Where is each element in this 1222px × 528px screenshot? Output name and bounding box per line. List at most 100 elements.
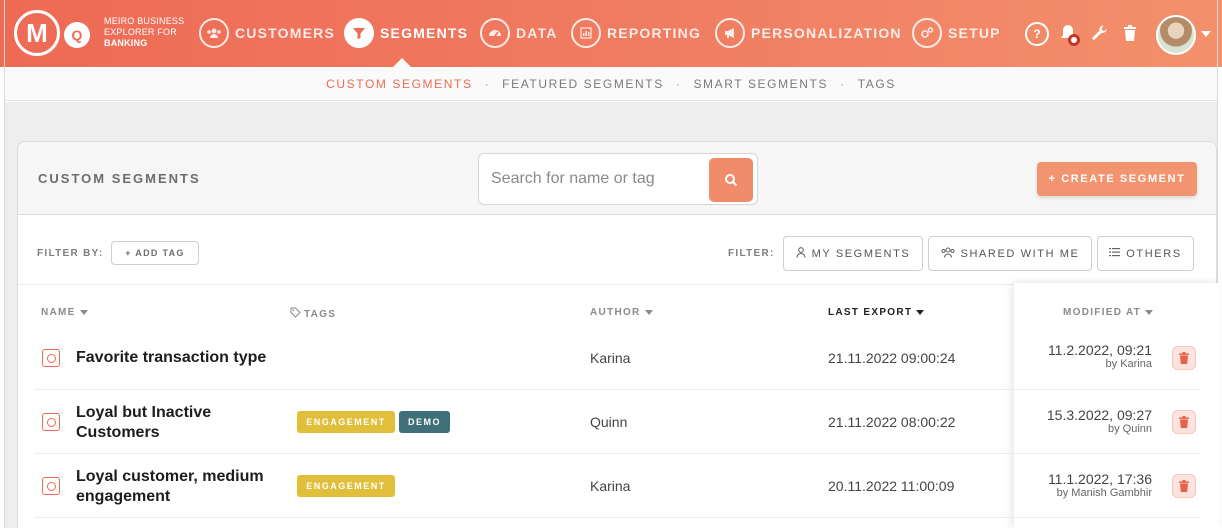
nav-setup-label: SETUP bbox=[948, 25, 1001, 41]
nav-reporting-label: REPORTING bbox=[607, 25, 702, 41]
gauge-icon bbox=[480, 18, 510, 48]
modified-by: by Karina bbox=[1105, 358, 1152, 370]
segments-list: FILTER BY: + ADD TAG FILTER: MY SEGMENTS… bbox=[17, 215, 1219, 528]
window-border-left bbox=[4, 0, 5, 528]
search-icon bbox=[725, 174, 738, 187]
trash-icon bbox=[1179, 416, 1189, 428]
segments-header: CUSTOM SEGMENTS + CREATE SEGMENT bbox=[17, 141, 1217, 215]
chevron-down-icon[interactable] bbox=[1201, 31, 1211, 37]
trash-icon bbox=[1179, 352, 1189, 364]
tag-engagement[interactable]: ENGAGEMENT bbox=[297, 411, 395, 433]
segment-modified: 11.2.2022, 09:21 by Karina bbox=[1048, 342, 1152, 370]
wrench-icon[interactable] bbox=[1090, 22, 1110, 44]
top-navigation: M Q MEIRO BUSINESS EXPLORER FOR BANKING … bbox=[0, 0, 1222, 67]
shared-with-me-label: SHARED WITH ME bbox=[960, 247, 1080, 260]
nav-setup[interactable]: SETUP bbox=[912, 17, 1001, 49]
nav-customers-label: CUSTOMERS bbox=[235, 25, 335, 41]
tab-smart-segments[interactable]: SMART SEGMENTS bbox=[693, 77, 828, 91]
table-row[interactable]: Loyal but Inactive Customers ENGAGEMENT … bbox=[34, 390, 1200, 454]
others-label: OTHERS bbox=[1126, 247, 1182, 260]
tag-engagement[interactable]: ENGAGEMENT bbox=[297, 475, 395, 497]
segment-modified: 15.3.2022, 09:27 by Quinn bbox=[1047, 407, 1152, 435]
search-box bbox=[478, 153, 758, 205]
nav-data[interactable]: DATA bbox=[480, 17, 558, 49]
search-input[interactable] bbox=[491, 166, 701, 192]
gears-icon bbox=[912, 18, 942, 48]
sort-caret-icon bbox=[1145, 309, 1154, 315]
nav-customers[interactable]: CUSTOMERS bbox=[199, 17, 335, 49]
segment-author: Karina bbox=[590, 478, 631, 494]
search-button[interactable] bbox=[709, 158, 753, 202]
create-segment-button[interactable]: + CREATE SEGMENT bbox=[1037, 162, 1197, 196]
nav-segments[interactable]: SEGMENTS bbox=[344, 17, 468, 49]
segment-last-export: 20.11.2022 11:00:09 bbox=[828, 478, 955, 494]
column-header-author-label: AUTHOR bbox=[590, 307, 641, 318]
active-nav-pointer bbox=[393, 58, 411, 67]
filter-icon bbox=[344, 18, 374, 48]
clock-icon bbox=[42, 349, 60, 367]
modified-date: 11.2.2022, 09:21 bbox=[1047, 342, 1152, 358]
modified-date: 11.1.2022, 17:36 bbox=[1047, 471, 1152, 487]
logo-q: Q bbox=[64, 22, 90, 48]
nav-data-label: DATA bbox=[516, 25, 558, 41]
sort-caret-icon bbox=[79, 309, 88, 315]
list-icon bbox=[1109, 247, 1121, 260]
tab-tags[interactable]: TAGS bbox=[858, 77, 896, 91]
delete-segment-button[interactable] bbox=[1172, 346, 1196, 370]
column-header-name[interactable]: NAME bbox=[41, 307, 88, 318]
brand-line-3: BANKING bbox=[104, 38, 148, 48]
my-segments-button[interactable]: MY SEGMENTS bbox=[783, 236, 923, 271]
trash-icon[interactable] bbox=[1120, 22, 1140, 44]
segment-name[interactable]: Loyal customer, medium engagement bbox=[76, 467, 291, 507]
tab-featured-segments[interactable]: FEATURED SEGMENTS bbox=[502, 77, 664, 91]
segment-name[interactable]: Favorite transaction type bbox=[76, 348, 286, 368]
subnav-separator: · bbox=[840, 76, 846, 91]
others-button[interactable]: OTHERS bbox=[1097, 236, 1194, 271]
column-header-last-export-label: LAST EXPORT bbox=[828, 307, 913, 318]
sort-caret-icon bbox=[916, 309, 925, 315]
table-row[interactable]: Loyal customer, medium engagement ENGAGE… bbox=[34, 454, 1200, 518]
user-icon bbox=[796, 246, 806, 261]
segment-last-export: 21.11.2022 09:00:24 bbox=[828, 350, 956, 366]
sub-navigation: CUSTOM SEGMENTS · FEATURED SEGMENTS · SM… bbox=[4, 67, 1218, 101]
tag-demo[interactable]: DEMO bbox=[399, 411, 450, 433]
column-header-modified-at[interactable]: MODIFIED AT bbox=[1063, 307, 1154, 318]
segment-modified: 11.1.2022, 17:36 by Manish Gambhir bbox=[1048, 471, 1152, 499]
nav-personalization[interactable]: PERSONALIZATION bbox=[715, 17, 902, 49]
subnav-separator: · bbox=[484, 76, 491, 91]
column-header-author[interactable]: AUTHOR bbox=[590, 307, 653, 318]
filter-by-label: FILTER BY: bbox=[37, 248, 104, 259]
app-logo[interactable]: M Q bbox=[14, 10, 94, 56]
megaphone-icon bbox=[715, 18, 745, 48]
shared-with-me-button[interactable]: SHARED WITH ME bbox=[928, 236, 1092, 271]
segment-last-export: 21.11.2022 08:00:22 bbox=[828, 414, 956, 430]
logo-m: M bbox=[14, 10, 60, 56]
column-header-tags-label: TAGS bbox=[304, 309, 337, 320]
delete-segment-button[interactable] bbox=[1172, 410, 1196, 434]
help-icon[interactable]: ? bbox=[1025, 22, 1049, 46]
segment-author: Karina bbox=[590, 350, 631, 366]
delete-segment-button[interactable] bbox=[1172, 474, 1196, 498]
users-icon bbox=[199, 18, 229, 48]
clock-icon bbox=[42, 477, 60, 495]
users-icon bbox=[941, 246, 955, 261]
my-segments-label: MY SEGMENTS bbox=[811, 247, 911, 260]
brand-name: MEIRO BUSINESS EXPLORER FOR BANKING bbox=[104, 16, 184, 49]
tag-icon bbox=[290, 307, 301, 318]
column-header-tags: TAGS bbox=[290, 307, 336, 320]
column-header-modified-at-label: MODIFIED AT bbox=[1063, 307, 1142, 318]
user-avatar[interactable] bbox=[1156, 15, 1196, 55]
nav-reporting[interactable]: REPORTING bbox=[571, 17, 701, 49]
filter-bar: FILTER BY: + ADD TAG FILTER: MY SEGMENTS… bbox=[18, 215, 1216, 285]
column-header-last-export[interactable]: LAST EXPORT bbox=[828, 307, 925, 318]
notification-badge bbox=[1068, 34, 1080, 46]
modified-by: by Manish Gambhir bbox=[1056, 487, 1152, 499]
tab-custom-segments[interactable]: CUSTOM SEGMENTS bbox=[326, 77, 472, 91]
add-tag-button[interactable]: + ADD TAG bbox=[111, 241, 199, 265]
modified-date: 15.3.2022, 09:27 bbox=[1046, 407, 1152, 423]
segment-name[interactable]: Loyal but Inactive Customers bbox=[76, 403, 286, 443]
table-row[interactable]: Favorite transaction type Karina 21.11.2… bbox=[34, 326, 1200, 390]
brand-line-2: EXPLORER FOR bbox=[104, 27, 177, 37]
clock-icon bbox=[42, 413, 60, 431]
segment-author: Quinn bbox=[590, 414, 628, 430]
